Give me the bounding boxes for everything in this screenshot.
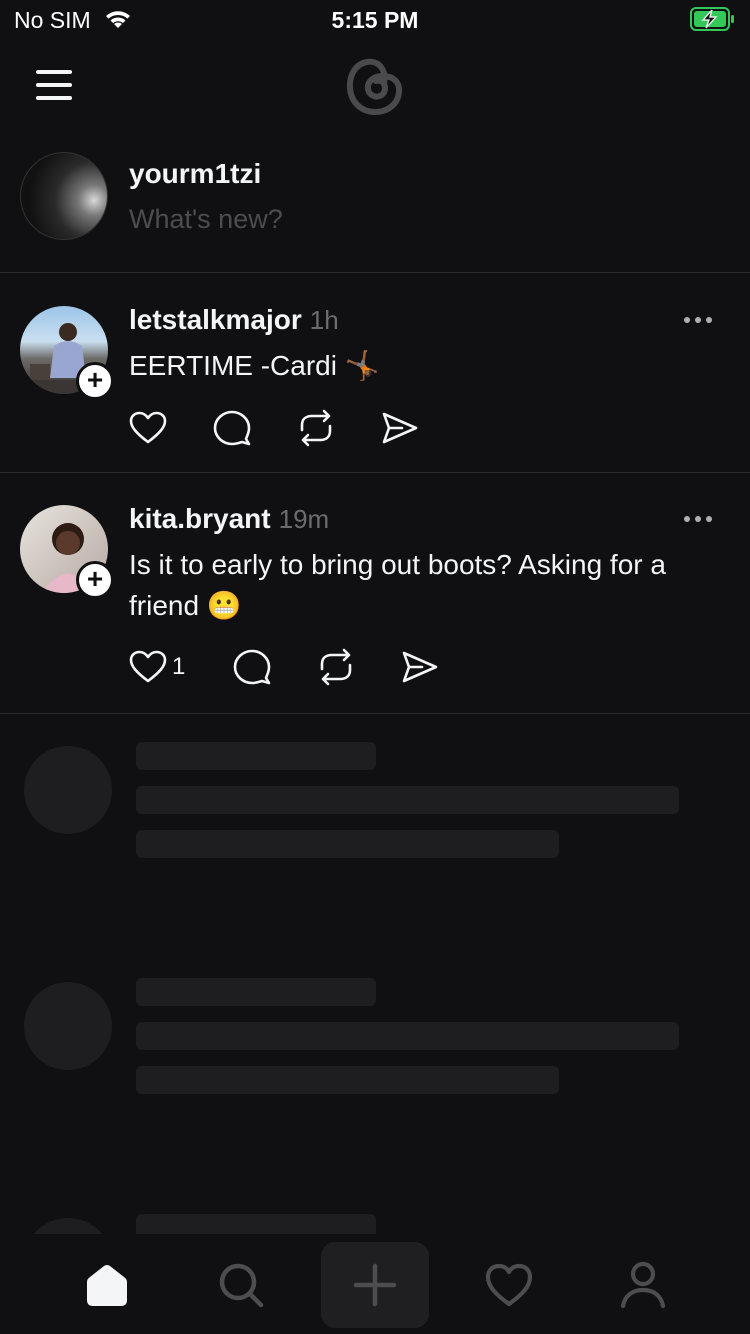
- home-icon: [87, 1265, 127, 1306]
- skeleton-line: [136, 1022, 679, 1050]
- skeleton-line: [136, 786, 679, 814]
- post-time: 19m: [278, 504, 330, 534]
- hamburger-icon: [36, 70, 72, 74]
- status-bar: No SIM 5:15 PM: [0, 0, 750, 40]
- tab-activity[interactable]: [474, 1250, 544, 1320]
- menu-button[interactable]: [36, 70, 76, 100]
- more-options-icon[interactable]: [684, 509, 720, 529]
- follow-button[interactable]: +: [76, 362, 114, 400]
- heart-icon: [485, 1263, 533, 1307]
- like-count: 1: [172, 653, 186, 680]
- compose-icon: [353, 1263, 397, 1307]
- tab-bar: [0, 1234, 750, 1334]
- post-actions: [128, 408, 428, 448]
- follow-button[interactable]: +: [76, 561, 114, 599]
- heart-icon[interactable]: [128, 647, 168, 687]
- skeleton-avatar: [24, 746, 112, 834]
- search-icon: [219, 1263, 264, 1308]
- clock: 5:15 PM: [331, 7, 419, 33]
- tab-profile[interactable]: [608, 1250, 678, 1320]
- skeleton-line: [136, 742, 376, 770]
- post-item[interactable]: + kita.bryant 19m Is it to early to bring…: [0, 473, 750, 714]
- repost-icon[interactable]: [296, 408, 336, 448]
- post-item[interactable]: + letstalkmajor 1h EERTIME -Cardi 🤸🏾: [0, 273, 750, 473]
- threads-logo[interactable]: [343, 54, 405, 118]
- avatar[interactable]: [20, 152, 108, 240]
- skeleton-line: [136, 1066, 559, 1094]
- post-text: Is it to early to bring out boots? Askin…: [129, 549, 666, 621]
- share-icon[interactable]: [400, 647, 440, 687]
- comment-icon[interactable]: [212, 408, 252, 448]
- composer[interactable]: yourm1tzi What's new?: [0, 140, 750, 273]
- post-username[interactable]: letstalkmajor 1h: [129, 304, 339, 336]
- more-options-icon[interactable]: [684, 310, 720, 330]
- compose-button[interactable]: [321, 1242, 429, 1328]
- post-actions: 1: [128, 647, 448, 687]
- share-icon[interactable]: [380, 408, 420, 448]
- battery-charging-icon: [690, 7, 734, 31]
- post-text: EERTIME -Cardi 🤸🏾: [129, 350, 380, 381]
- tab-search[interactable]: [206, 1250, 276, 1320]
- post-time: 1h: [309, 305, 339, 335]
- skeleton-avatar: [24, 982, 112, 1070]
- repost-icon[interactable]: [316, 647, 356, 687]
- tab-home[interactable]: [72, 1250, 142, 1320]
- skeleton-line: [136, 830, 559, 858]
- compose-input[interactable]: What's new?: [129, 204, 283, 235]
- profile-icon: [620, 1261, 666, 1309]
- composer-username: yourm1tzi: [129, 158, 262, 189]
- comment-icon[interactable]: [232, 647, 272, 687]
- skeleton-line: [136, 978, 376, 1006]
- heart-icon[interactable]: [128, 408, 168, 448]
- post-username[interactable]: kita.bryant 19m: [129, 503, 329, 535]
